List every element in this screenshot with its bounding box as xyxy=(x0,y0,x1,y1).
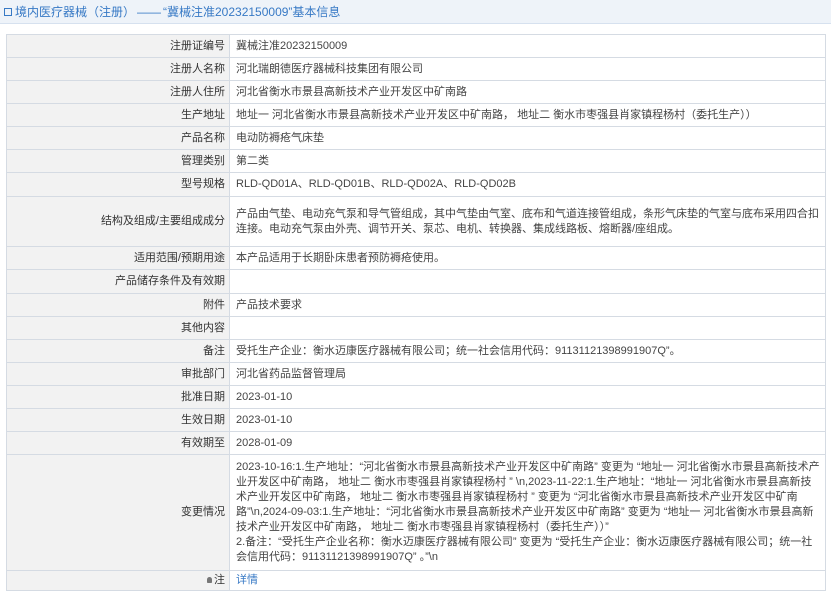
row-value xyxy=(229,316,826,340)
row-value: 本产品适用于长期卧床患者预防褥疮使用。 xyxy=(229,246,826,270)
detail-table: 注册证编号 冀械注准20232150009 注册人名称 河北瑞朗德医疗器械科技集… xyxy=(6,34,826,591)
square-icon xyxy=(4,7,12,16)
table-row: 管理类别 第二类 xyxy=(6,149,826,173)
breadcrumb-separator: —— xyxy=(137,4,162,19)
row-label: 有效期至 xyxy=(6,431,230,455)
change-history-content: 2023-10-16:1.生产地址：“河北省衡水市景县高新技术产业开发区中矿南路… xyxy=(236,461,820,563)
row-label: 批准日期 xyxy=(6,385,230,409)
row-label: 其他内容 xyxy=(6,316,230,340)
row-label: 注册人名称 xyxy=(6,57,230,81)
row-value: 受托生产企业：衡水迈康医疗器械有限公司；统一社会信用代码：91131121398… xyxy=(229,339,826,363)
table-row: 审批部门 河北省药品监督管理局 xyxy=(6,362,826,386)
change-history-text: 2023-10-16:1.生产地址：“河北省衡水市景县高新技术产业开发区中矿南路… xyxy=(229,454,826,571)
detail-label-text: 注 xyxy=(214,574,225,586)
row-label: 产品名称 xyxy=(6,126,230,150)
row-value: 河北省药品监督管理局 xyxy=(229,362,826,386)
row-value: 产品技术要求 xyxy=(229,293,826,317)
page: 境内医疗器械（注册） —— “冀械注准20232150009”基本信息 注册证编… xyxy=(0,0,831,610)
row-value: 2028-01-09 xyxy=(229,431,826,455)
table-row: 生效日期 2023-01-10 xyxy=(6,408,826,432)
table-row: 注册人名称 河北瑞朗德医疗器械科技集团有限公司 xyxy=(6,57,826,81)
row-value: 2023-01-10 xyxy=(229,385,826,409)
row-value: 河北省衡水市景县高新技术产业开发区中矿南路 xyxy=(229,80,826,104)
table-row: 注册证编号 冀械注准20232150009 xyxy=(6,34,826,58)
table-row: 批准日期 2023-01-10 xyxy=(6,385,826,409)
table-row: 生产地址 地址一 河北省衡水市景县高新技术产业开发区中矿南路， 地址二 衡水市枣… xyxy=(6,103,826,127)
row-value: 冀械注准20232150009 xyxy=(229,34,826,58)
table-row: 适用范围/预期用途 本产品适用于长期卧床患者预防褥疮使用。 xyxy=(6,246,826,270)
row-label: 型号规格 xyxy=(6,172,230,197)
table-row: 注册人住所 河北省衡水市景县高新技术产业开发区中矿南路 xyxy=(6,80,826,104)
row-value: 第二类 xyxy=(229,149,826,173)
row-value: 2023-01-10 xyxy=(229,408,826,432)
table-row: 备注 受托生产企业：衡水迈康医疗器械有限公司；统一社会信用代码：91131121… xyxy=(6,339,826,363)
row-label: 注册证编号 xyxy=(6,34,230,58)
row-value xyxy=(229,269,826,294)
table-row: 结构及组成/主要组成成分 产品由气垫、电动充气泵和导气管组成，其中气垫由气室、底… xyxy=(6,196,826,247)
table-row: 产品名称 电动防褥疮气床垫 xyxy=(6,126,826,150)
table-row: 附件 产品技术要求 xyxy=(6,293,826,317)
table-row: 其他内容 xyxy=(6,316,826,340)
breadcrumb: 境内医疗器械（注册） —— “冀械注准20232150009”基本信息 xyxy=(0,0,831,24)
row-label: 管理类别 xyxy=(6,149,230,173)
detail-link[interactable]: 详情 xyxy=(236,574,258,586)
breadcrumb-section-link[interactable]: 境内医疗器械（注册） xyxy=(15,3,135,20)
detail-link-cell: 详情 xyxy=(229,570,826,591)
row-label: 审批部门 xyxy=(6,362,230,386)
table-row: 注 详情 xyxy=(6,570,826,591)
row-value: 地址一 河北省衡水市景县高新技术产业开发区中矿南路， 地址二 衡水市枣强县肖家镇… xyxy=(229,103,826,127)
row-value: 河北瑞朗德医疗器械科技集团有限公司 xyxy=(229,57,826,81)
row-label: 备注 xyxy=(6,339,230,363)
lightbulb-icon xyxy=(207,577,212,584)
row-label: 适用范围/预期用途 xyxy=(6,246,230,270)
row-label: 变更情况 xyxy=(6,454,230,571)
row-label: 注册人住所 xyxy=(6,80,230,104)
detail-label: 注 xyxy=(6,570,230,591)
table-row: 变更情况 2023-10-16:1.生产地址：“河北省衡水市景县高新技术产业开发… xyxy=(6,454,826,571)
row-value: RLD-QD01A、RLD-QD01B、RLD-QD02A、RLD-QD02B xyxy=(229,172,826,197)
row-value: 电动防褥疮气床垫 xyxy=(229,126,826,150)
row-value: 产品由气垫、电动充气泵和导气管组成，其中气垫由气室、底布和气道连接管组成，条形气… xyxy=(229,196,826,247)
breadcrumb-current: “冀械注准20232150009”基本信息 xyxy=(163,5,341,19)
row-label: 附件 xyxy=(6,293,230,317)
table-row: 产品储存条件及有效期 xyxy=(6,269,826,294)
table-row: 有效期至 2028-01-09 xyxy=(6,431,826,455)
row-label: 生效日期 xyxy=(6,408,230,432)
table-row: 型号规格 RLD-QD01A、RLD-QD01B、RLD-QD02A、RLD-Q… xyxy=(6,172,826,197)
row-label: 结构及组成/主要组成成分 xyxy=(6,196,230,247)
row-label: 生产地址 xyxy=(6,103,230,127)
row-label: 产品储存条件及有效期 xyxy=(6,269,230,294)
